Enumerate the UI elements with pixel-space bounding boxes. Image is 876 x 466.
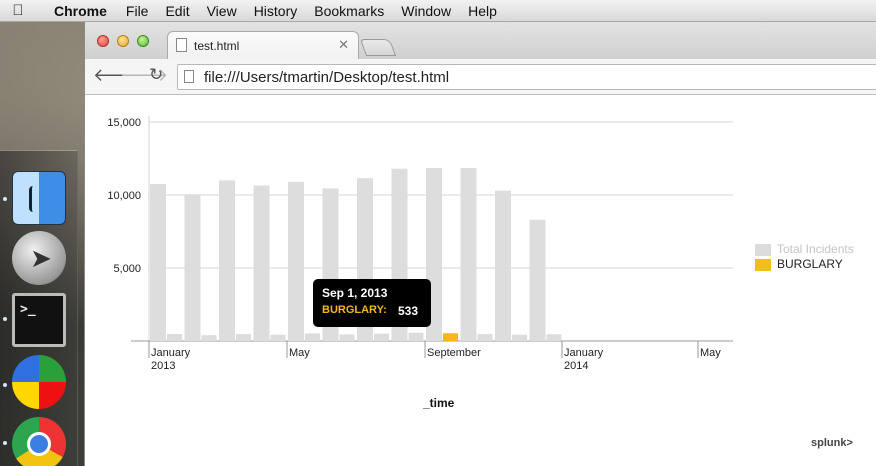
dock-running-indicator	[3, 441, 7, 445]
terminal-icon[interactable]: >_	[12, 293, 66, 347]
bar-total-incidents[interactable]	[529, 219, 546, 341]
bar-burglary[interactable]	[236, 334, 251, 341]
bar-total-incidents[interactable]	[288, 181, 304, 341]
bar-burglary[interactable]	[270, 334, 286, 341]
menu-history[interactable]: History	[254, 3, 298, 19]
menu-edit[interactable]: Edit	[165, 3, 189, 19]
bar-total-incidents[interactable]	[460, 167, 477, 341]
dock: ➤ >_	[0, 150, 78, 466]
tooltip-series: BURGLARY:	[322, 304, 387, 316]
url-text[interactable]: file:///Users/tmartin/Desktop/test.html	[204, 69, 449, 86]
bar-total-incidents[interactable]	[184, 194, 201, 341]
tab-strip: test.html ✕	[85, 22, 876, 59]
bar-burglary[interactable]	[408, 332, 424, 341]
chrome-icon[interactable]	[12, 417, 66, 466]
page-content: 15,000 10,000 5,000 January 2013 May September…	[85, 96, 876, 466]
y-tick-label: 10,000	[107, 190, 141, 202]
menu-help[interactable]: Help	[468, 3, 497, 19]
x-tick-label: January	[151, 347, 191, 359]
browser-window: test.html ✕ 🡐 🡒 ↻ file:///Users/tmartin/…	[84, 22, 876, 466]
tab-test-html[interactable]: test.html ✕	[167, 31, 359, 59]
bar-burglary[interactable]	[374, 333, 389, 341]
document-icon	[176, 38, 187, 52]
dock-running-indicator	[3, 383, 7, 387]
finder-icon[interactable]	[12, 171, 66, 225]
x-tick-label: September	[427, 347, 481, 359]
pie-chart-app-icon[interactable]	[12, 355, 66, 409]
splunk-logo: splunk>	[811, 437, 853, 449]
x-tick-label: 2014	[564, 360, 588, 372]
menu-view[interactable]: View	[207, 3, 237, 19]
bar-burglary[interactable]	[201, 335, 217, 341]
bar-burglary[interactable]	[167, 333, 182, 341]
legend-label-burglary: BURGLARY	[777, 257, 843, 271]
menu-window[interactable]: Window	[401, 3, 451, 19]
bar-burglary[interactable]	[477, 334, 493, 341]
launchpad-icon[interactable]: ➤	[12, 231, 66, 285]
bar-total-incidents[interactable]	[495, 190, 511, 341]
legend-swatch-burglary	[755, 259, 771, 271]
menu-bar:  Chrome File Edit View History Bookmark…	[0, 0, 876, 22]
bar-burglary[interactable]	[512, 334, 527, 341]
bar-burglary[interactable]	[305, 333, 320, 341]
page-icon	[184, 70, 194, 83]
tooltip-value: 533	[398, 304, 419, 318]
legend-label-total: Total Incidents	[777, 242, 854, 256]
close-tab-icon[interactable]: ✕	[338, 37, 349, 53]
apple-icon[interactable]: 	[0, 2, 36, 19]
bar-burglary[interactable]	[339, 334, 355, 341]
browser-toolbar: 🡐 🡒 ↻ file:///Users/tmartin/Desktop/test…	[85, 59, 876, 95]
close-window-button[interactable]	[97, 35, 109, 47]
legend-swatch-total	[755, 244, 771, 256]
dock-running-indicator	[3, 197, 7, 201]
new-tab-button[interactable]	[359, 39, 397, 56]
x-tick-label: May	[289, 347, 310, 359]
reload-icon[interactable]: ↻	[149, 65, 163, 85]
x-tick-label: January	[564, 347, 604, 359]
menu-bookmarks[interactable]: Bookmarks	[314, 3, 384, 19]
x-axis-title: _time	[423, 396, 455, 410]
tooltip-time: Sep 1, 2013	[322, 286, 388, 300]
dock-running-indicator	[3, 317, 7, 321]
x-tick-label: 2013	[151, 360, 175, 372]
bar-burglary[interactable]	[443, 333, 458, 341]
menu-file[interactable]: File	[126, 3, 149, 19]
tab-title: test.html	[194, 39, 240, 53]
chart-tooltip: Sep 1, 2013 BURGLARY: 533	[313, 279, 431, 327]
address-bar[interactable]: file:///Users/tmartin/Desktop/test.html	[177, 64, 876, 90]
bar-burglary[interactable]	[546, 334, 562, 341]
bar-total-incidents[interactable]	[150, 184, 166, 341]
column-chart: 15,00010,0005,000January2013May September…	[107, 116, 733, 372]
y-tick-label: 15,000	[107, 117, 141, 129]
menu-app-name[interactable]: Chrome	[54, 3, 107, 19]
zoom-window-button[interactable]	[137, 35, 149, 47]
bar-total-incidents[interactable]	[219, 180, 235, 341]
x-tick-label: May	[700, 347, 721, 359]
minimize-window-button[interactable]	[117, 35, 129, 47]
bar-total-incidents[interactable]	[253, 185, 270, 341]
y-tick-label: 5,000	[113, 263, 141, 275]
